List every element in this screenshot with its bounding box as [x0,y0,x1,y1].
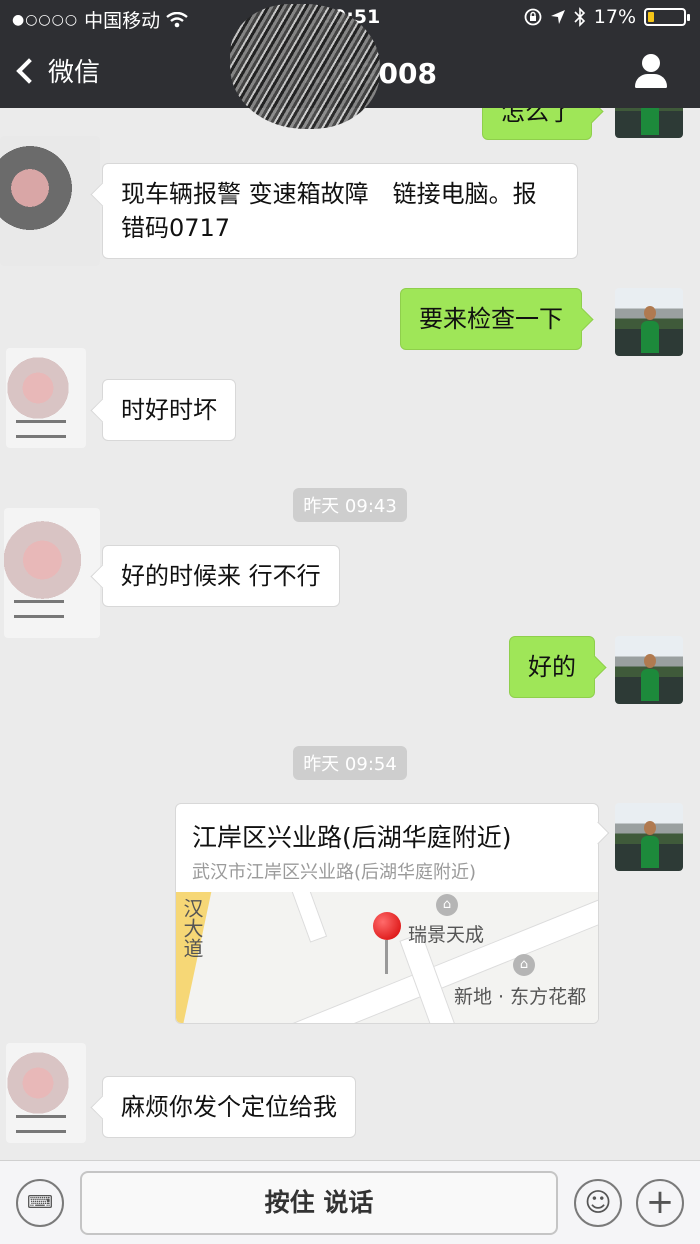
chat-area[interactable]: 怎么了 现车辆报警 变速箱故障 链接电脑。报错码0717 要来检查一下 时好时坏… [0,108,700,1160]
timestamp: 昨天 09:43 [0,488,700,522]
map-pin-icon [373,912,403,978]
location-address: 武汉市江岸区兴业路(后湖华庭附近) [192,862,477,883]
message-in[interactable]: 麻烦你发个定位给我 [102,1076,356,1138]
message-in[interactable]: 时好时坏 [102,379,236,441]
message-in[interactable]: 好的时候来 行不行 [102,545,340,607]
location-card[interactable]: 江岸区兴业路(后湖华庭附近) 武汉市江岸区兴业路(后湖华庭附近) 汉大道 ⌂ 瑞… [175,803,599,1024]
contact-avatar[interactable] [4,508,100,638]
bluetooth-icon [574,7,585,27]
my-avatar[interactable] [615,636,683,704]
map-label-poi: 瑞景天成 [408,924,485,946]
timestamp: 昨天 09:54 [0,746,700,780]
hold-to-talk-button[interactable]: 按住 说话 [80,1171,558,1235]
home-pin-icon: ⌂ [436,894,458,916]
message-in[interactable]: 现车辆报警 变速箱故障 链接电脑。报错码0717 [102,163,578,259]
my-avatar[interactable] [615,288,683,356]
my-avatar[interactable] [615,108,683,138]
contact-info-icon[interactable] [634,54,668,88]
input-bar: ⌨ 按住 说话 ☺ + [0,1160,700,1244]
my-avatar[interactable] [615,803,683,871]
home-pin-icon: ⌂ [513,954,535,976]
emoji-icon[interactable]: ☺ [574,1179,622,1227]
message-out[interactable]: 要来检查一下 [400,288,582,350]
message-out[interactable]: 好的 [509,636,595,698]
contact-avatar[interactable] [6,348,86,448]
rotation-lock-icon [524,8,542,26]
battery-icon [644,8,690,26]
contact-avatar[interactable] [0,136,100,266]
contact-avatar[interactable] [6,1043,86,1143]
location-map[interactable]: 汉大道 ⌂ 瑞景天成 ⌂ 新地 · 东方花都 [176,892,598,1023]
battery-percent: 17% [593,6,636,28]
map-label-road: 汉大道 [180,898,204,958]
battery-fill [648,12,655,22]
plus-icon[interactable]: + [636,1179,684,1227]
message-out[interactable]: 怎么了 [482,108,592,140]
location-title: 江岸区兴业路(后湖华庭附近) [192,823,512,852]
map-label-poi: 新地 · 东方花都 [454,986,587,1008]
keyboard-icon[interactable]: ⌨ [16,1179,64,1227]
redaction-scribble [230,4,380,129]
location-arrow-icon [550,10,565,24]
